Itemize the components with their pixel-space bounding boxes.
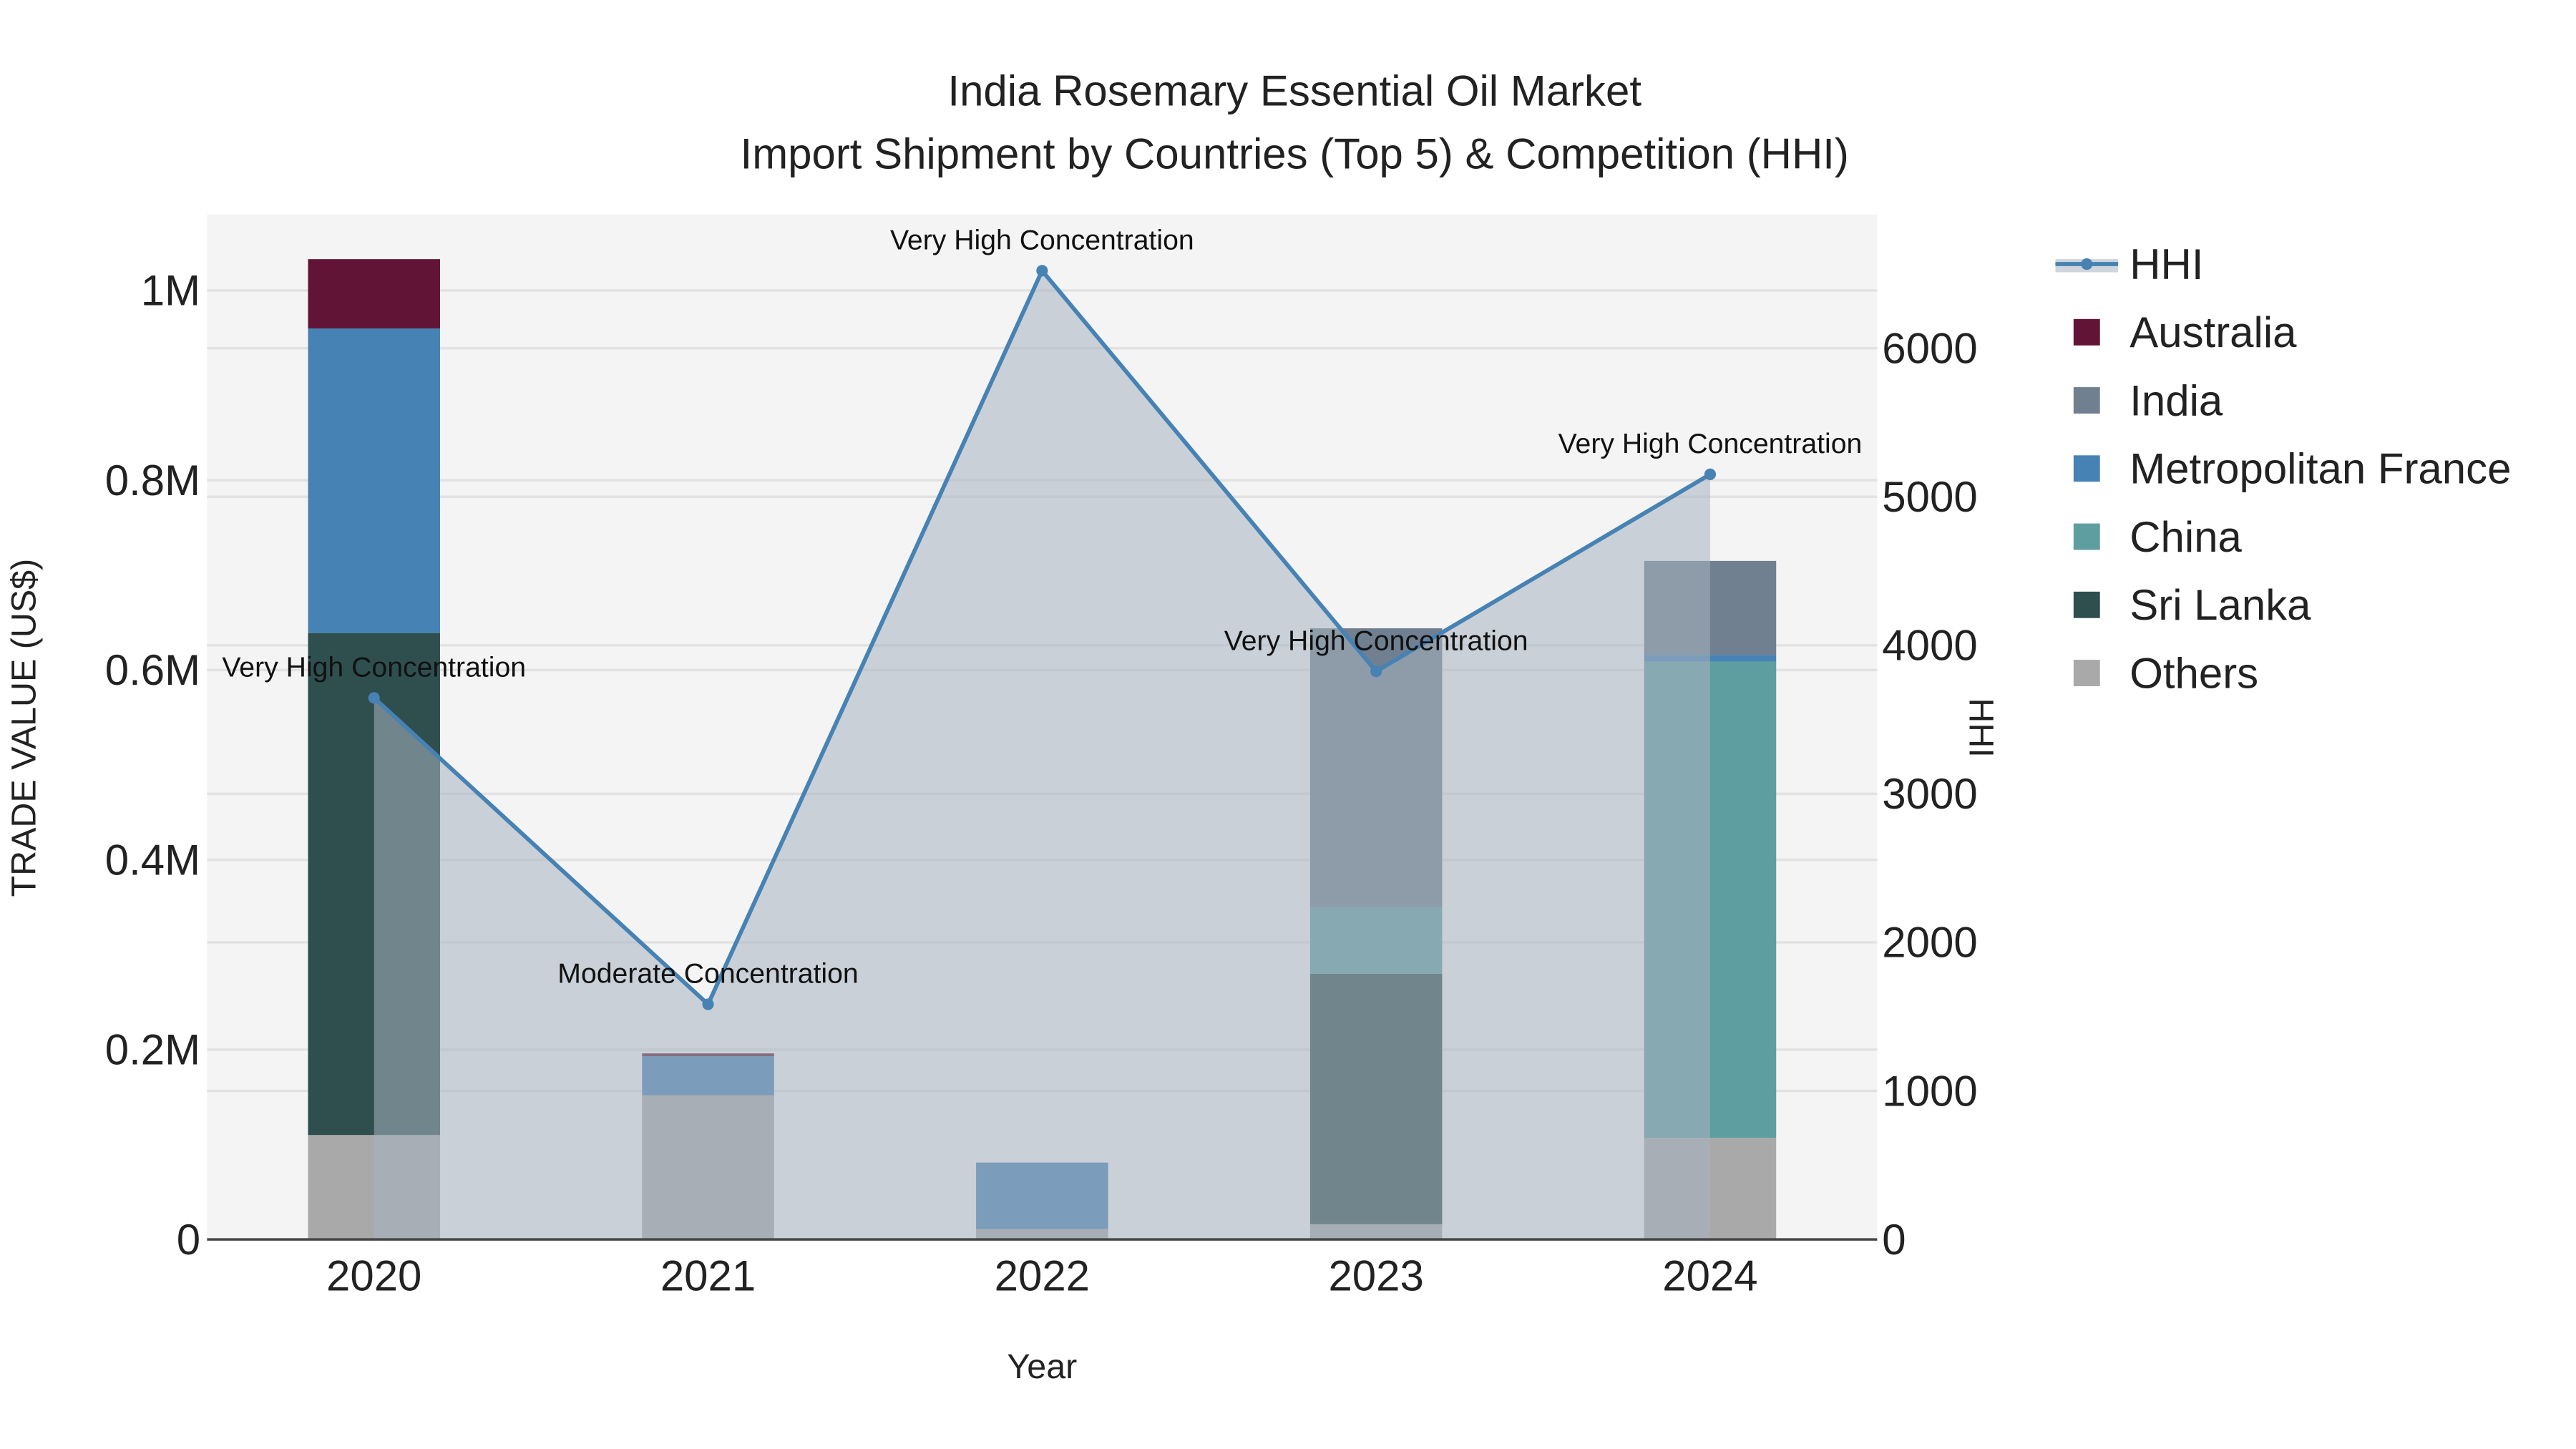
chart-title: India Rosemary Essential Oil Market — [947, 67, 1641, 115]
y-tick-label: 0.8M — [105, 457, 200, 504]
y2-tick-label: 3000 — [1882, 770, 1977, 818]
hhi-point — [1370, 665, 1382, 678]
x-tick-label: 2023 — [1328, 1252, 1423, 1300]
legend-swatch — [2073, 455, 2100, 482]
chart: India Rosemary Essential Oil Market Impo… — [4, 67, 2511, 1386]
hhi-point — [1036, 265, 1048, 277]
x-tick-label: 2021 — [660, 1252, 756, 1300]
y-tick-label: 0 — [177, 1216, 200, 1264]
legend-swatch — [2073, 318, 2100, 346]
legend-swatch — [2073, 523, 2100, 550]
y-tick-label: 0.4M — [105, 836, 200, 884]
y-tick-label: 0.2M — [105, 1026, 200, 1074]
x-tick-label: 2020 — [326, 1252, 421, 1300]
y-axis-title: TRADE VALUE (US$) — [4, 559, 43, 897]
legend: HHI Australia India Metropolitan France Chin… — [2055, 240, 2511, 697]
bar-metropolitan-france — [308, 328, 440, 633]
hhi-annotation: Moderate Concentration — [557, 959, 858, 990]
hhi-annotation: Very High Concentration — [1558, 429, 1863, 459]
hhi-annotation: Very High Concentration — [890, 225, 1194, 255]
x-axis-title: Year — [1007, 1347, 1077, 1386]
y-tick-label: 0.6M — [105, 646, 200, 694]
hhi-annotation: Very High Concentration — [1224, 625, 1528, 656]
bar-australia — [308, 259, 440, 328]
hhi-point — [368, 692, 380, 704]
legend-swatch — [2073, 660, 2100, 686]
chart-subtitle: Import Shipment by Countries (Top 5) & C… — [741, 130, 1849, 177]
legend-label: India — [2129, 376, 2223, 424]
legend-label: Others — [2129, 649, 2258, 697]
y2-tick-label: 2000 — [1882, 919, 1977, 967]
legend-label: Sri Lanka — [2129, 581, 2311, 629]
legend-swatch — [2073, 591, 2100, 618]
y2-tick-label: 4000 — [1882, 622, 1977, 670]
legend-swatch-hhi-point — [2081, 258, 2093, 270]
y2-tick-label: 6000 — [1882, 324, 1977, 372]
hhi-point — [702, 998, 714, 1010]
y2-tick-label: 5000 — [1882, 473, 1977, 521]
legend-label: China — [2129, 513, 2242, 561]
y2-tick-label: 0 — [1882, 1216, 1906, 1264]
legend-label: Metropolitan France — [2129, 445, 2511, 493]
y2-axis-title: HHI — [1962, 698, 2001, 757]
legend-swatch — [2073, 387, 2100, 414]
y2-tick-label: 1000 — [1882, 1067, 1977, 1115]
hhi-point — [1704, 468, 1717, 480]
legend-label: HHI — [2129, 240, 2203, 288]
y-tick-label: 1M — [141, 267, 200, 315]
legend-label: Australia — [2129, 308, 2297, 356]
hhi-annotation: Very High Concentration — [222, 652, 526, 683]
x-tick-label: 2024 — [1662, 1252, 1757, 1300]
x-tick-label: 2022 — [995, 1252, 1090, 1300]
